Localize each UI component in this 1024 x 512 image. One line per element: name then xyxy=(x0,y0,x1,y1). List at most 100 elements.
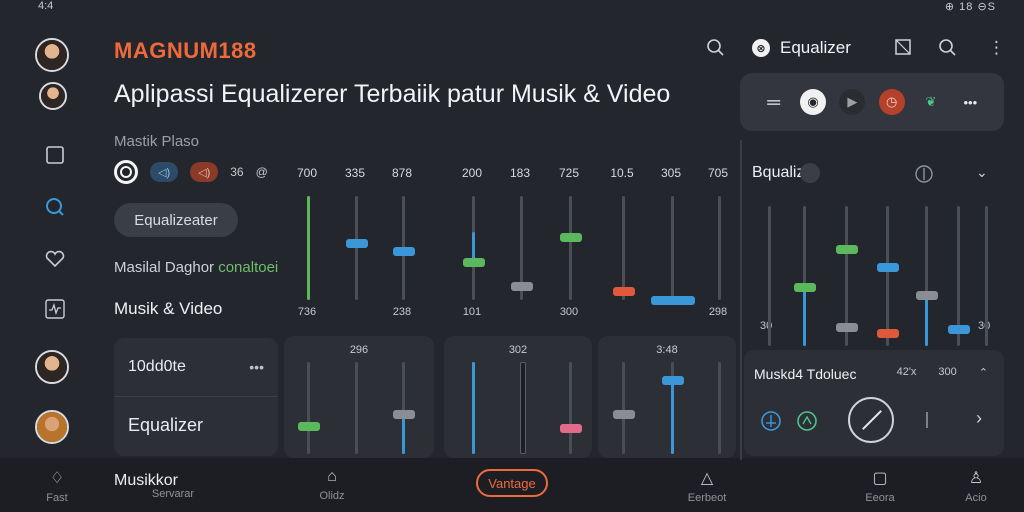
square-icon[interactable] xyxy=(44,144,66,166)
search-icon[interactable] xyxy=(706,38,726,63)
band-freq-label: 700 xyxy=(296,166,318,180)
mini-slider-knob[interactable] xyxy=(613,410,635,419)
play-icon[interactable]: ▶ xyxy=(839,89,866,115)
headline: Aplipassi Equalizerer Terbaiik patur Mus… xyxy=(114,80,671,108)
mini-slider[interactable] xyxy=(355,362,358,454)
band-slider[interactable] xyxy=(511,196,533,300)
avatar[interactable] xyxy=(35,38,69,72)
band-knob[interactable] xyxy=(613,286,635,296)
band-slider[interactable] xyxy=(613,196,635,300)
mini-slider-knob[interactable] xyxy=(662,376,684,385)
mini-slider[interactable] xyxy=(718,362,721,454)
mini-slider[interactable] xyxy=(298,362,320,454)
heart-icon[interactable] xyxy=(44,248,66,270)
band-slider[interactable] xyxy=(718,196,721,300)
menu-icon[interactable]: ═ xyxy=(761,89,787,115)
nav-item-fast[interactable]: ♢ Fast xyxy=(22,468,92,504)
mini-slider-knob[interactable] xyxy=(393,410,415,419)
right-band-slider[interactable] xyxy=(985,206,988,346)
secondary-line: Masilal Daghor conaltoei xyxy=(114,259,278,276)
right-band-slider[interactable] xyxy=(768,206,771,346)
mini-slider[interactable] xyxy=(613,362,635,454)
box-icon: ▢ xyxy=(872,470,888,487)
nav-item-eerbeot-label: Eerbeot xyxy=(687,492,727,504)
nav-item-olidz[interactable]: ⌂ Olidz xyxy=(297,468,367,502)
kebab-menu-icon[interactable]: ⋮ xyxy=(988,38,1005,58)
band-knob[interactable] xyxy=(393,246,415,256)
panel-divider xyxy=(740,140,742,460)
band-value-label: 736 xyxy=(297,306,317,318)
volume-dial[interactable] xyxy=(848,397,894,443)
band-slider[interactable] xyxy=(346,196,368,300)
mini-slider[interactable] xyxy=(560,362,582,454)
volume-pill-blue[interactable]: ◁) xyxy=(150,162,179,182)
chevron-down-icon[interactable]: ⌄ xyxy=(976,164,988,181)
right-bottom-card: Muskd4 Tdoluec 42'x 300 ⌃ › xyxy=(744,350,1004,456)
nav-item-acio[interactable]: ♙ Acio xyxy=(941,468,1011,504)
band-knob[interactable] xyxy=(346,239,368,249)
loop-icon[interactable] xyxy=(796,410,818,437)
record-icon[interactable] xyxy=(114,160,138,184)
right-band-slider[interactable] xyxy=(877,206,899,346)
right-band-knob[interactable] xyxy=(948,325,970,334)
tuning-fork-icon[interactable] xyxy=(760,410,782,437)
mini-slider[interactable] xyxy=(520,362,526,454)
equalizer-logo-icon: ⊗ xyxy=(752,39,770,57)
more-icon[interactable]: ••• xyxy=(249,359,264,375)
equalizer-chip[interactable]: Equalizeater xyxy=(114,203,238,237)
record-button-icon[interactable]: ◉ xyxy=(799,89,826,115)
band-knob[interactable] xyxy=(463,258,485,268)
waveform-icon[interactable] xyxy=(44,298,66,320)
center-action-button[interactable]: Vantage xyxy=(476,469,548,497)
band-slider[interactable] xyxy=(651,196,695,305)
band-knob[interactable] xyxy=(651,296,695,305)
avatar-small[interactable] xyxy=(39,82,67,110)
more-options-icon[interactable]: ••• xyxy=(957,89,983,115)
right-band-knob[interactable] xyxy=(836,245,858,254)
left-card-row-1[interactable]: 10dd0te ••• xyxy=(114,338,278,396)
right-card-arrow-icon[interactable]: ⌃ xyxy=(979,366,988,382)
right-band-knob[interactable] xyxy=(916,291,938,300)
mini-slider-knob[interactable] xyxy=(560,424,582,433)
band-knob[interactable] xyxy=(511,281,533,291)
home-icon: ⌂ xyxy=(327,468,337,485)
right-band-knob[interactable] xyxy=(877,263,899,272)
status-time: 4:4 xyxy=(38,0,54,12)
band-slider[interactable] xyxy=(560,196,582,300)
band-knob[interactable] xyxy=(560,232,582,242)
band-slider[interactable] xyxy=(307,196,310,300)
search-circle-icon[interactable] xyxy=(44,196,66,218)
right-band-slider[interactable] xyxy=(794,206,816,346)
avatar-user-2[interactable] xyxy=(35,350,69,384)
mini-slider[interactable] xyxy=(662,362,684,454)
bell-icon: ♢ xyxy=(49,470,65,487)
mid-card-1-label: 296 xyxy=(349,344,369,356)
separator-mark xyxy=(926,412,928,428)
mini-slider[interactable] xyxy=(472,362,475,454)
nav-item-eerbeot[interactable]: △ Eerbeot xyxy=(672,468,742,504)
nav-item-eeora[interactable]: ▢ Eeora xyxy=(845,468,915,504)
chevron-right-icon[interactable]: › xyxy=(976,408,982,429)
search-icon-right[interactable] xyxy=(938,38,958,63)
left-card-row-2[interactable]: Equalizer xyxy=(114,396,278,454)
band-slider[interactable] xyxy=(393,196,415,300)
mini-slider[interactable] xyxy=(393,362,415,454)
band-freq-label: 878 xyxy=(391,166,413,180)
control-value: 36 xyxy=(230,165,244,179)
tune-icon[interactable] xyxy=(914,164,934,189)
volume-pill-red[interactable]: ◁) xyxy=(190,162,219,182)
avatar-user-3[interactable] xyxy=(35,410,69,444)
band-slider[interactable] xyxy=(463,196,485,300)
crop-icon[interactable] xyxy=(894,38,912,61)
right-band-knob[interactable] xyxy=(877,329,899,338)
right-band-slider[interactable] xyxy=(916,206,938,346)
timer-icon[interactable]: ◷ xyxy=(878,89,905,115)
mini-slider-knob[interactable] xyxy=(298,422,320,431)
band-freq-label: 725 xyxy=(558,166,580,180)
right-band-knob[interactable] xyxy=(794,283,816,292)
right-band-slider[interactable] xyxy=(836,206,858,346)
status-indicators: ⊕ 18 ⊖S xyxy=(944,1,996,13)
leaf-icon[interactable]: ❦ xyxy=(918,89,944,115)
right-band-slider[interactable] xyxy=(948,206,970,346)
right-band-knob[interactable] xyxy=(836,323,858,332)
